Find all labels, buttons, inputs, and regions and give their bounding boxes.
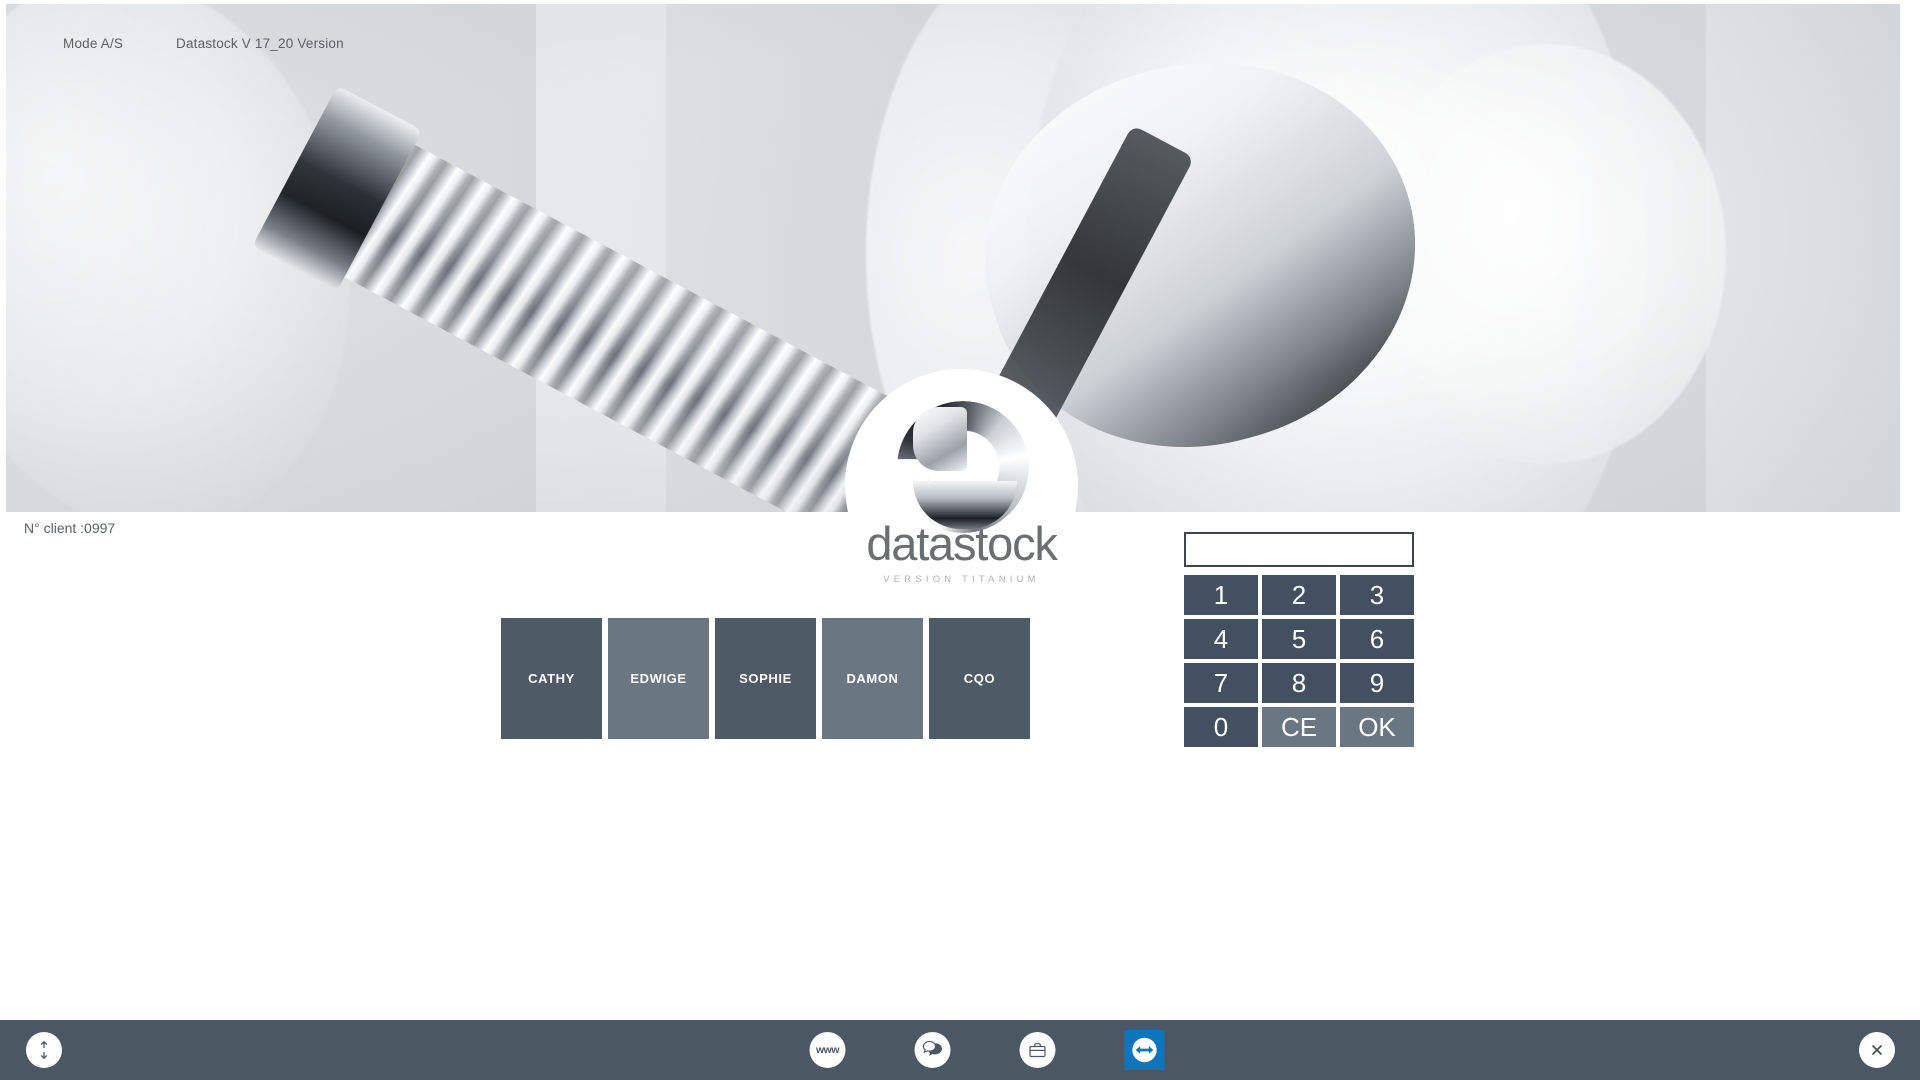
logo-tagline: VERSION TITANIUM	[883, 574, 1040, 585]
key-8[interactable]: 8	[1262, 663, 1336, 703]
key-0[interactable]: 0	[1184, 707, 1258, 747]
key-label: 9	[1369, 668, 1385, 698]
key-1[interactable]: 1	[1184, 575, 1258, 615]
keypad-grid: 1 2 3 4 5 6 7 8 9 0 CE OK	[1184, 575, 1416, 747]
client-number: N° client :0997	[24, 520, 116, 536]
key-clear-entry[interactable]: CE	[1262, 707, 1336, 747]
key-label: 2	[1291, 580, 1307, 610]
logo-wordmark: datastock	[866, 517, 1058, 570]
mode-label: Mode A/S	[63, 36, 124, 51]
chat-bubble-icon[interactable]	[914, 1032, 951, 1068]
key-2[interactable]: 2	[1262, 575, 1336, 615]
user-button-label: EDWIGE	[630, 671, 687, 686]
key-label: CE	[1280, 712, 1318, 742]
key-6[interactable]: 6	[1340, 619, 1414, 659]
up-down-arrows-icon[interactable]	[26, 1032, 62, 1068]
key-3[interactable]: 3	[1340, 575, 1414, 615]
pin-keypad: 1 2 3 4 5 6 7 8 9 0 CE OK	[1184, 532, 1416, 747]
www-label: www	[815, 1044, 840, 1056]
key-9[interactable]: 9	[1340, 663, 1414, 703]
key-ok[interactable]: OK	[1340, 707, 1414, 747]
user-button-label: DAMON	[846, 671, 899, 686]
key-label: 0	[1213, 712, 1229, 742]
user-button-sophie[interactable]: SOPHIE	[715, 618, 816, 739]
key-label: 8	[1291, 668, 1307, 698]
version-label: Datastock V 17_20 Version	[176, 36, 344, 51]
key-label: 5	[1291, 624, 1307, 654]
key-label: OK	[1358, 712, 1396, 742]
logo-caption: datastock VERSION TITANIUM	[845, 520, 1078, 585]
user-button-damon[interactable]: DAMON	[822, 618, 923, 739]
teamviewer-icon[interactable]	[1124, 1030, 1165, 1070]
pin-input[interactable]	[1184, 532, 1414, 567]
key-label: 3	[1369, 580, 1385, 610]
key-label: 1	[1213, 580, 1229, 610]
key-4[interactable]: 4	[1184, 619, 1258, 659]
key-label: 4	[1213, 624, 1229, 654]
taskbar-apps: www	[809, 1030, 1165, 1070]
briefcase-icon[interactable]	[1019, 1032, 1056, 1068]
www-icon[interactable]: www	[809, 1032, 846, 1068]
user-button-label: CQO	[963, 671, 996, 686]
user-button-label: CATHY	[528, 671, 575, 686]
user-button-edwige[interactable]: EDWIGE	[608, 618, 709, 739]
user-selection-row: CATHY EDWIGE SOPHIE DAMON CQO	[501, 618, 1030, 739]
user-button-cathy[interactable]: CATHY	[501, 618, 602, 739]
close-x-icon[interactable]	[1859, 1032, 1895, 1068]
user-button-label: SOPHIE	[739, 671, 792, 686]
key-5[interactable]: 5	[1262, 619, 1336, 659]
user-button-cqo[interactable]: CQO	[929, 618, 1030, 739]
key-label: 6	[1369, 624, 1385, 654]
datastock-chrome-d-icon	[897, 401, 1029, 533]
taskbar: www	[0, 1020, 1920, 1080]
key-label: 7	[1213, 668, 1229, 698]
key-7[interactable]: 7	[1184, 663, 1258, 703]
